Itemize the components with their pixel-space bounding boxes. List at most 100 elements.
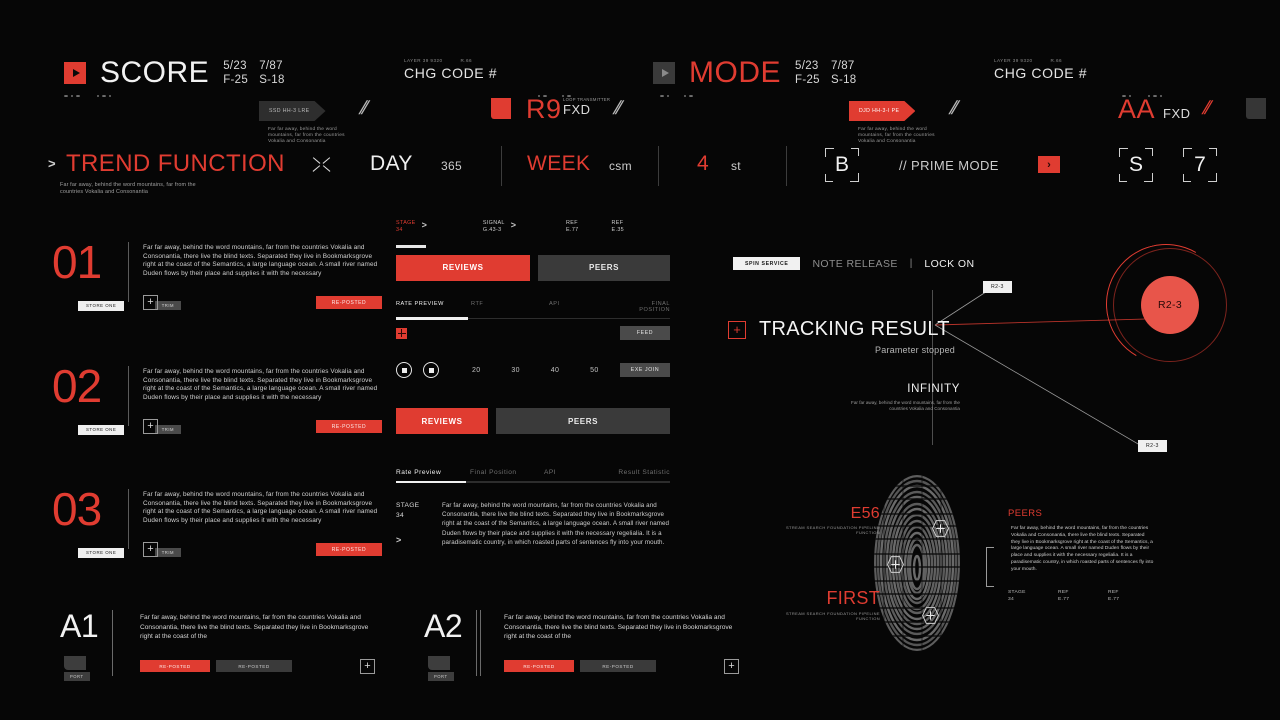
subtab-rate-preview[interactable]: RATE PREVIEW [396, 301, 471, 313]
radar-core-label[interactable]: R2-3 [1141, 276, 1199, 334]
tag-label-bottom[interactable]: R2-3 [1138, 440, 1167, 452]
add-red-icon[interactable] [396, 327, 407, 339]
bottom-code: A2 [424, 608, 463, 644]
peers-meta-ref2: REF E.77 [1108, 589, 1158, 603]
breadcrumb-ref-1[interactable]: REF E.77 [566, 220, 579, 235]
progress-track-top[interactable] [396, 317, 670, 320]
bracket-value-b: B [825, 148, 859, 182]
exe-join-button[interactable]: EXE JOIN [620, 363, 670, 377]
tab-peers-bottom[interactable]: PEERS [496, 408, 670, 434]
chip-store-one: STORE ONE [78, 300, 125, 311]
bottom-reposted-primary[interactable]: RE-POSTED [140, 660, 210, 672]
bracket-value-7: 7 [1183, 148, 1217, 182]
re-posted-button[interactable]: RE-POSTED [316, 420, 382, 433]
stat-label-day: DAY [370, 152, 413, 175]
e56-title: E56 [850, 505, 880, 522]
header-code-r9: R9 [526, 94, 562, 124]
note-release-label[interactable]: NOTE RELEASE [812, 258, 897, 270]
bottom-reposted-primary[interactable]: RE-POSTED [504, 660, 574, 672]
hex-marker-icon-1[interactable] [932, 520, 949, 537]
bottom-text: Far far away, behind the word mountains,… [140, 614, 369, 641]
mode-num-a: 5/23 [795, 60, 819, 72]
item-divider [128, 489, 129, 549]
tick-dots-1 [64, 95, 111, 97]
score-tag-chip[interactable]: SSD HH-3 LRE [259, 101, 326, 121]
tracking-result-title: TRACKING RESULT [759, 318, 950, 340]
stat-value-four: st [731, 159, 741, 173]
add-icon[interactable]: + [143, 542, 158, 557]
add-icon[interactable]: + [143, 295, 158, 310]
mode-num-d: S-18 [831, 74, 857, 86]
subtab-rtf[interactable]: RTF [471, 301, 549, 313]
subtab-api[interactable]: API [549, 301, 626, 313]
breadcrumb-signal[interactable]: SIGNAL G.43-3 [483, 220, 505, 235]
re-posted-button[interactable]: RE-POSTED [316, 543, 382, 556]
header-cell-mode: MODE 5/23 7/87 F-25 S-18 [653, 56, 857, 90]
prime-mode-chip[interactable]: › [1038, 156, 1060, 173]
add-icon[interactable]: + [360, 659, 375, 674]
add-red-outline-icon[interactable]: + [728, 320, 746, 339]
subtab-api-b[interactable]: API [544, 469, 618, 476]
list-item[interactable]: 01 STORE ONE TRIM Far far away, behind t… [52, 238, 382, 356]
subtab-final-position-b[interactable]: Final Position [470, 469, 544, 476]
mode-num-c: F-25 [795, 74, 820, 86]
item-divider [128, 366, 129, 426]
chip-trim: TRIM [154, 425, 181, 434]
breadcrumb-stage[interactable]: STAGE 34 [396, 220, 416, 235]
ref-kicker-1: R.66 [460, 58, 472, 63]
fxd-unit-2: FXD [1163, 106, 1191, 121]
trend-arrow: > [48, 156, 56, 171]
stage-value: 34 [396, 511, 404, 519]
feed-button[interactable]: FEED [620, 326, 670, 340]
bracket-s-text: S [1128, 153, 1143, 176]
add-icon[interactable]: + [143, 419, 158, 434]
lock-on-label[interactable]: LOCK ON [924, 258, 974, 270]
bottom-reposted-secondary[interactable]: RE-POSTED [216, 660, 292, 672]
score-num-c: F-25 [223, 74, 249, 86]
first-subtitle: STREAM SEARCH FOUNDATION PIPELINE FUNCTI… [785, 611, 880, 622]
chg-code-label-1: CHG CODE # [404, 65, 498, 81]
tab-peers-top[interactable]: PEERS [538, 254, 670, 281]
hex-marker-icon-2[interactable] [887, 556, 904, 573]
spin-service-button[interactable]: SPIN SERVICE [733, 257, 801, 270]
subtab-final-position[interactable]: FINAL POSITION [626, 301, 670, 313]
list-item[interactable]: 03 STORE ONE TRIM Far far away, behind t… [52, 485, 382, 603]
peers-panel-title: PEERS [1008, 508, 1043, 519]
score-num-a: 5/23 [223, 60, 247, 72]
play-icon-secondary[interactable] [653, 62, 675, 84]
fingerprint-icon [874, 475, 960, 651]
bottom-row[interactable]: A2 PORT Far far away, behind the word mo… [424, 608, 754, 688]
peers-meta-row: STAGE 34 REF E.77 REF E.77 [1008, 589, 1158, 603]
bottom-reposted-secondary[interactable]: RE-POSTED [580, 660, 656, 672]
breadcrumb-stage-value: 34 [396, 227, 403, 234]
peers-meta-ref1: REF E.77 [1058, 589, 1108, 603]
tab-reviews-bottom[interactable]: REVIEWS [396, 408, 488, 434]
subtab-result-statistic[interactable]: Result Statistic [618, 469, 670, 476]
progress-track-bottom[interactable] [396, 480, 670, 483]
radio-option-2[interactable] [423, 362, 439, 378]
item-chips: STORE ONE TRIM [78, 541, 181, 559]
stat-label-four: 4 [697, 152, 710, 175]
bottom-row[interactable]: A1 PORT Far far away, behind the word mo… [60, 608, 390, 688]
port-badge: PORT [428, 656, 454, 681]
subtab-rate-preview-b[interactable]: Rate Preview [396, 469, 470, 476]
play-icon[interactable] [64, 62, 86, 84]
breadcrumb-signal-key: SIGNAL [482, 220, 505, 226]
trend-subtitle: Far far away, behind the word mountains,… [60, 182, 196, 195]
re-posted-button[interactable]: RE-POSTED [316, 296, 382, 309]
hex-marker-icon-3[interactable] [922, 607, 939, 624]
collapse-icon[interactable] [312, 155, 332, 175]
stage-text: Far far away, behind the word mountains,… [442, 501, 670, 547]
grey-square-badge [1246, 98, 1266, 119]
breadcrumb-ref-2[interactable]: REF E.35 [612, 220, 625, 235]
tag-label-top[interactable]: R2-3 [983, 281, 1012, 293]
add-icon[interactable]: + [724, 659, 739, 674]
tab-group-bottom: REVIEWS PEERS [396, 408, 670, 434]
radio-option-1[interactable] [396, 362, 412, 378]
e56-subtitle: STREAM SEARCH FOUNDATION PIPELINE FUNCTI… [785, 525, 880, 536]
list-item[interactable]: 02 STORE ONE TRIM Far far away, behind t… [52, 362, 382, 480]
mode-tag-chip[interactable]: DJD HH-3-I PE [849, 101, 915, 121]
header-score-title: SCORE [100, 56, 210, 89]
tab-reviews-top[interactable]: REVIEWS [396, 254, 530, 281]
breadcrumb-ref1-value: E.77 [566, 227, 579, 234]
